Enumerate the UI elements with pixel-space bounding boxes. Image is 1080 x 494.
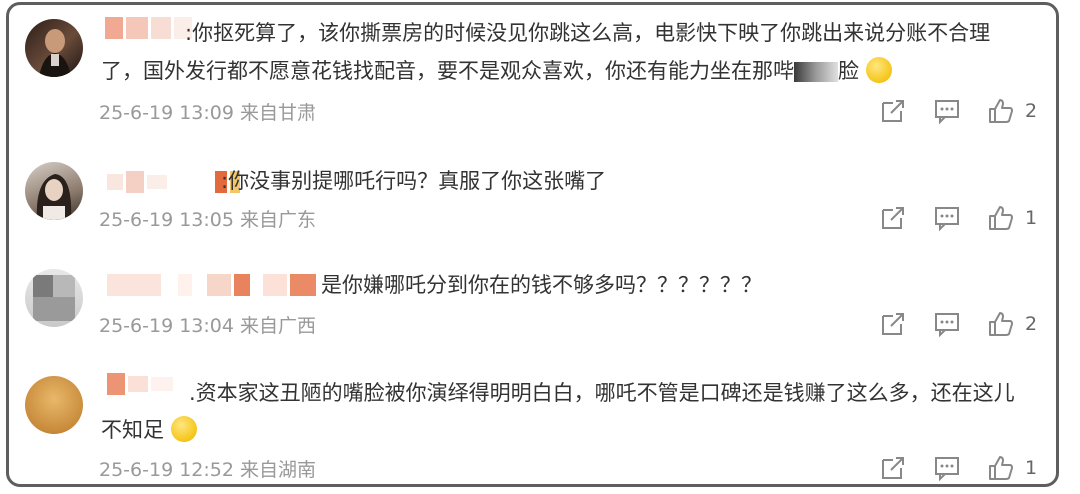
comment-actions: 2 — [879, 97, 1037, 125]
comment-icon — [935, 207, 959, 232]
comment-icon — [935, 313, 959, 338]
username-mosaic[interactable] — [105, 15, 192, 41]
comment-actions: 1 — [879, 454, 1037, 482]
smile-emoji-icon — [170, 416, 197, 442]
thumbs-up-icon — [989, 206, 1013, 230]
censor-mosaic — [794, 62, 838, 82]
comment-text: 是你嫌哪吒分到你在的钱不够多吗？？？？？？ — [321, 273, 762, 297]
comment-icon — [935, 100, 959, 125]
timestamp: 25-6-19 13:04 来自广西 — [99, 315, 316, 337]
comment-button[interactable] — [933, 204, 961, 232]
comments-panel: :你抠死算了，该你撕票房的时候没见你跳这么高，电影快下映了你跳出来说分账不合理 … — [6, 2, 1059, 487]
share-button[interactable] — [879, 310, 907, 338]
comment-text-line-2-tail: 脸 — [838, 59, 859, 83]
avatar[interactable] — [25, 162, 83, 220]
like-count: 2 — [1025, 313, 1038, 335]
share-button[interactable] — [879, 204, 907, 232]
username-mosaic[interactable] — [107, 371, 194, 397]
comment-text-line-2: 不知足 — [101, 414, 197, 446]
avatar[interactable] — [25, 269, 83, 327]
share-button[interactable] — [879, 97, 907, 125]
avatar[interactable] — [25, 376, 83, 434]
share-icon — [882, 100, 904, 122]
like-count: 1 — [1025, 457, 1038, 479]
share-icon — [882, 207, 904, 229]
like-button[interactable]: 1 — [987, 454, 1037, 482]
like-button[interactable]: 2 — [987, 310, 1037, 338]
username-mosaic[interactable] — [107, 272, 316, 298]
like-count: 1 — [1025, 207, 1038, 229]
comment-text: :你没事别提哪吒行吗？真服了你这张嘴了 — [221, 169, 607, 193]
timestamp: 25-6-19 12:52 来自湖南 — [99, 459, 316, 481]
like-count: 2 — [1025, 100, 1038, 122]
share-icon — [882, 457, 904, 479]
comment-button[interactable] — [933, 310, 961, 338]
comment-text-line-2-content: 了，国外发行都不愿意花钱找配音，要不是观众喜欢，你还有能力坐在那哔 — [101, 59, 794, 83]
thumbs-up-icon — [989, 99, 1013, 123]
comment-text-line-2-content: 不知足 — [101, 418, 164, 442]
avatar[interactable] — [25, 19, 83, 77]
thinking-emoji-icon — [865, 57, 892, 83]
comment-actions: 1 — [879, 204, 1037, 232]
timestamp: 25-6-19 13:09 来自甘肃 — [99, 102, 316, 124]
comment-icon — [935, 457, 959, 482]
comment-button[interactable] — [933, 454, 961, 482]
timestamp: 25-6-19 13:05 来自广东 — [99, 209, 316, 231]
share-button[interactable] — [879, 454, 907, 482]
like-button[interactable]: 2 — [987, 97, 1037, 125]
thumbs-up-icon — [989, 456, 1013, 480]
like-button[interactable]: 1 — [987, 204, 1037, 232]
comment-text-line-2: 了，国外发行都不愿意花钱找配音，要不是观众喜欢，你还有能力坐在那哔 脸 — [101, 55, 892, 87]
comment-actions: 2 — [879, 310, 1037, 338]
comment-text-line-1: .资本家这丑陋的嘴脸被你演绎得明明白白，哪吒不管是口碑还是钱赚了这么多，还在这儿 — [189, 381, 1015, 405]
thumbs-up-icon — [989, 312, 1013, 336]
comment-text-line-1: :你抠死算了，该你撕票房的时候没见你跳这么高，电影快下映了你跳出来说分账不合理 — [185, 21, 991, 45]
comment-button[interactable] — [933, 97, 961, 125]
share-icon — [882, 313, 904, 335]
